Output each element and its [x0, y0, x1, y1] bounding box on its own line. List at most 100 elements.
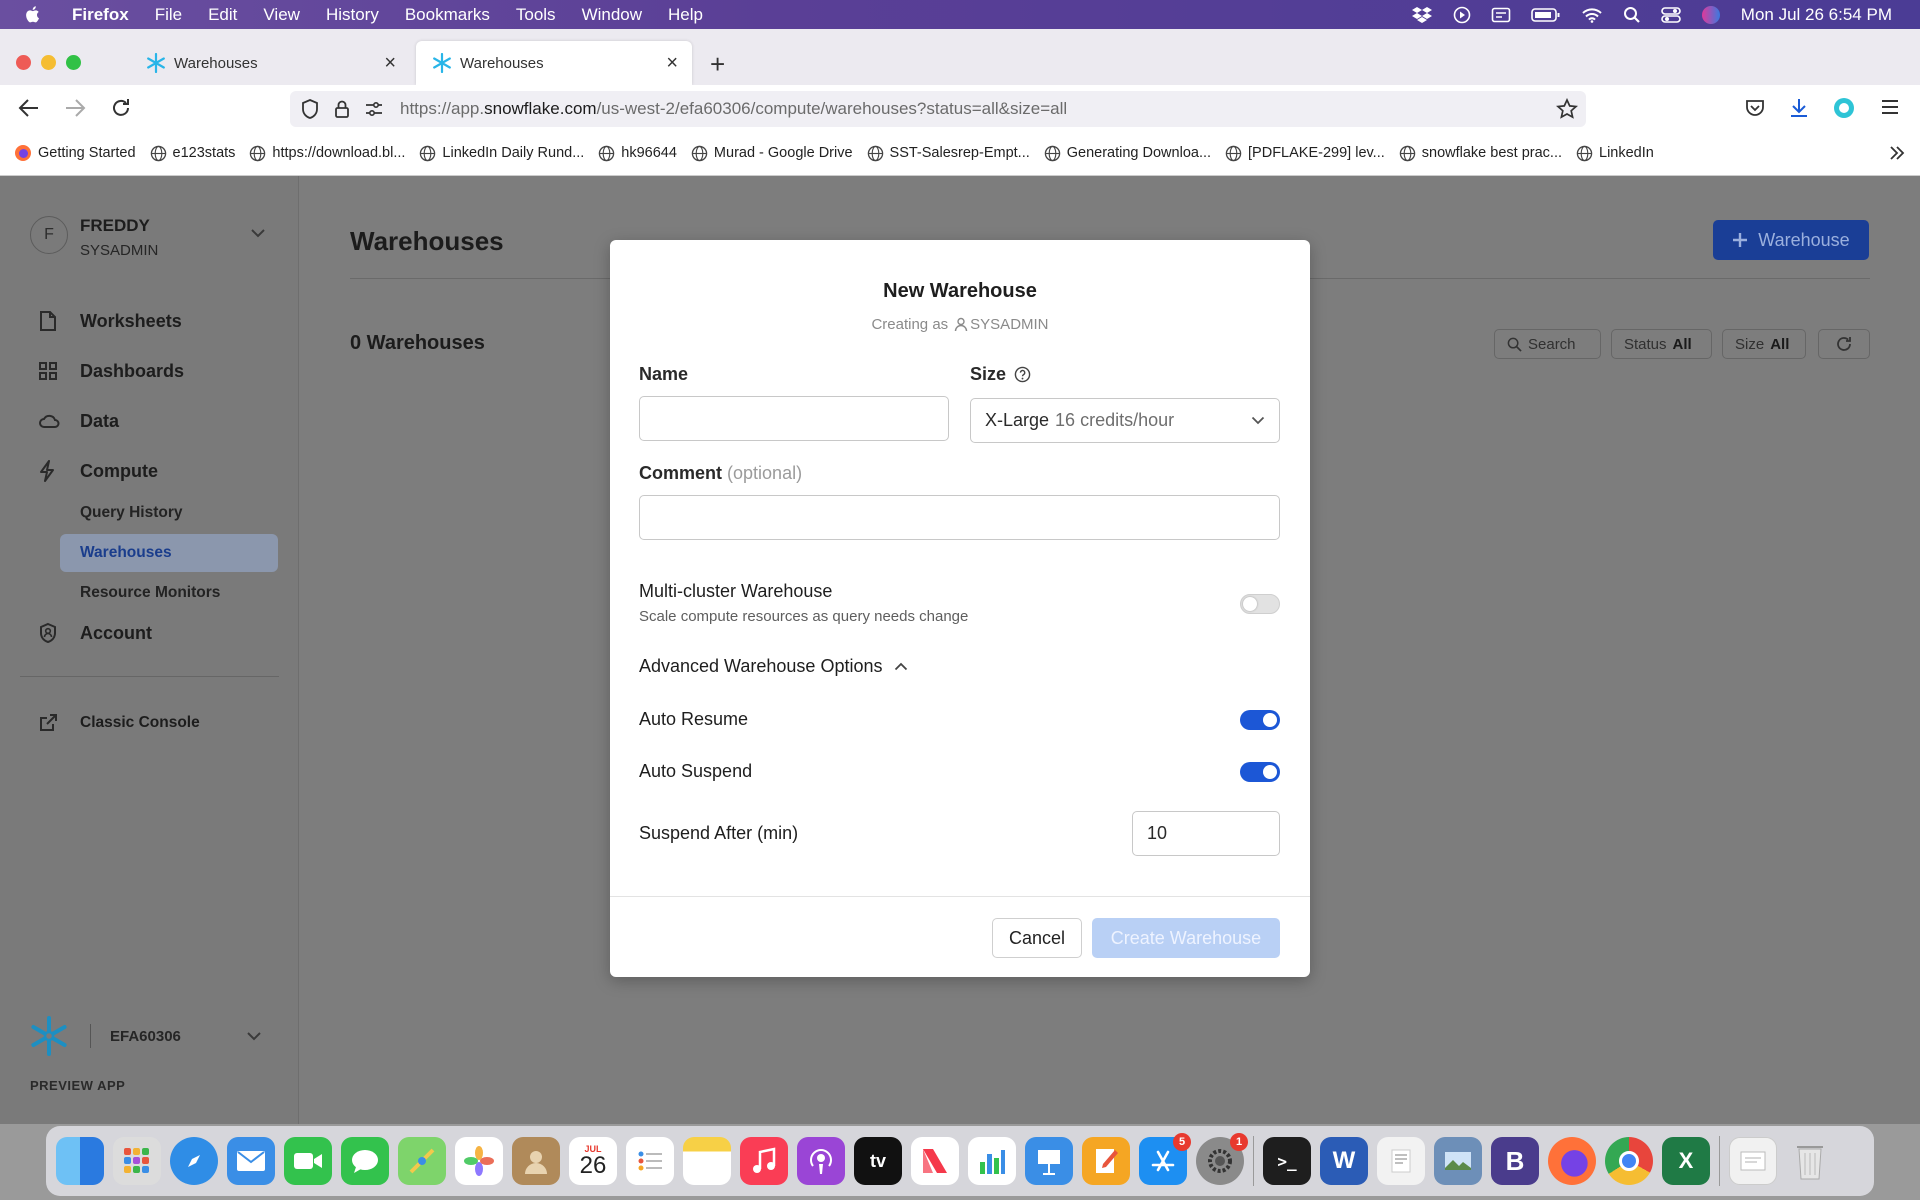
- extension-icon[interactable]: [1832, 96, 1856, 120]
- dropbox-icon[interactable]: [1411, 6, 1433, 24]
- sidebar-item-worksheets[interactable]: Worksheets: [0, 306, 299, 336]
- display-icon[interactable]: [1491, 7, 1511, 23]
- downloads-icon[interactable]: [1788, 97, 1810, 119]
- bookmark-getting-started[interactable]: Getting Started: [14, 144, 136, 162]
- app-store-icon[interactable]: 5: [1139, 1133, 1191, 1185]
- lock-icon[interactable]: [334, 99, 350, 119]
- bookmark-download[interactable]: https://download.bl...: [249, 145, 405, 162]
- window-close-button[interactable]: [16, 55, 31, 70]
- user-name[interactable]: FREDDY: [80, 216, 150, 236]
- auto-resume-toggle[interactable]: [1240, 710, 1280, 730]
- apple-icon[interactable]: [24, 5, 54, 24]
- menu-app-name[interactable]: Firefox: [72, 5, 129, 25]
- reload-icon[interactable]: [110, 97, 132, 119]
- bookmark-sst-salesrep[interactable]: SST-Salesrep-Empt...: [867, 145, 1030, 162]
- avatar[interactable]: F: [30, 216, 68, 254]
- tab-close-icon[interactable]: ×: [384, 52, 396, 75]
- sidebar-item-query-history[interactable]: Query History: [60, 494, 278, 532]
- bookmark-generating-downloa[interactable]: Generating Downloa...: [1044, 145, 1211, 162]
- control-center-icon[interactable]: [1660, 6, 1681, 24]
- textedit-icon[interactable]: [1377, 1137, 1425, 1185]
- preview-app-icon[interactable]: [1434, 1137, 1482, 1185]
- sidebar-item-warehouses[interactable]: Warehouses: [60, 534, 278, 572]
- sidebar-item-classic-console[interactable]: Classic Console: [0, 708, 299, 738]
- facetime-icon[interactable]: [284, 1137, 332, 1185]
- size-select[interactable]: X-Large 16 credits/hour: [970, 398, 1280, 443]
- trash-icon[interactable]: [1786, 1137, 1834, 1185]
- mail-icon[interactable]: [227, 1137, 275, 1185]
- bbedit-icon[interactable]: B: [1491, 1137, 1539, 1185]
- chrome-icon[interactable]: [1605, 1137, 1653, 1185]
- cancel-button[interactable]: Cancel: [992, 918, 1082, 958]
- bookmark-murad-drive[interactable]: Murad - Google Drive: [691, 145, 853, 162]
- safari-icon[interactable]: [170, 1137, 218, 1185]
- help-circle-icon[interactable]: [1014, 366, 1031, 383]
- contacts-icon[interactable]: [512, 1137, 560, 1185]
- messages-icon[interactable]: [341, 1137, 389, 1185]
- menu-edit[interactable]: Edit: [208, 5, 237, 25]
- tracking-shield-icon[interactable]: [300, 98, 320, 120]
- music-icon[interactable]: [740, 1137, 788, 1185]
- permissions-icon[interactable]: [364, 100, 384, 118]
- advanced-options-toggle[interactable]: Advanced Warehouse Options: [639, 656, 908, 677]
- menu-help[interactable]: Help: [668, 5, 703, 25]
- add-warehouse-button[interactable]: Warehouse: [1713, 220, 1869, 260]
- hamburger-menu-icon[interactable]: [1880, 98, 1900, 116]
- forward-arrow-icon[interactable]: [64, 98, 86, 118]
- sidebar-item-data[interactable]: Data: [0, 406, 299, 436]
- launchpad-icon[interactable]: [113, 1137, 161, 1185]
- word-icon[interactable]: W: [1320, 1137, 1368, 1185]
- wifi-icon[interactable]: [1581, 7, 1603, 23]
- multicluster-toggle[interactable]: [1240, 594, 1280, 614]
- bookmark-star-icon[interactable]: [1556, 98, 1578, 120]
- refresh-button[interactable]: [1818, 329, 1870, 359]
- url-text[interactable]: https://app.snowflake.com/us-west-2/efa6…: [400, 99, 1067, 119]
- sidebar-item-account[interactable]: Account: [0, 618, 299, 648]
- url-bar[interactable]: https://app.snowflake.com/us-west-2/efa6…: [290, 91, 1586, 127]
- keynote-icon[interactable]: [1025, 1137, 1073, 1185]
- tab-close-icon[interactable]: ×: [666, 52, 678, 75]
- notes-icon[interactable]: [683, 1137, 731, 1185]
- chevron-down-icon[interactable]: [250, 228, 266, 238]
- bookmark-linkedin[interactable]: LinkedIn: [1576, 145, 1654, 162]
- sidebar-item-resource-monitors[interactable]: Resource Monitors: [60, 574, 278, 612]
- user-role[interactable]: SYSADMIN: [80, 242, 158, 259]
- pages-icon[interactable]: [1082, 1137, 1130, 1185]
- numbers-icon[interactable]: [968, 1137, 1016, 1185]
- menu-view[interactable]: View: [263, 5, 300, 25]
- finder-icon[interactable]: [56, 1137, 104, 1185]
- calendar-icon[interactable]: JUL 26: [569, 1137, 617, 1185]
- sidebar-item-dashboards[interactable]: Dashboards: [0, 356, 299, 386]
- name-input[interactable]: [639, 396, 949, 441]
- podcasts-icon[interactable]: [797, 1137, 845, 1185]
- bookmark-snowflake-best-prac[interactable]: snowflake best prac...: [1399, 145, 1562, 162]
- back-arrow-icon[interactable]: [18, 98, 40, 118]
- search-filter[interactable]: Search: [1494, 329, 1601, 359]
- news-icon[interactable]: [911, 1137, 959, 1185]
- maps-icon[interactable]: [398, 1137, 446, 1185]
- menu-window[interactable]: Window: [582, 5, 642, 25]
- size-filter[interactable]: Size All: [1722, 329, 1806, 359]
- terminal-icon[interactable]: >_: [1263, 1137, 1311, 1185]
- new-tab-plus-icon[interactable]: +: [710, 49, 725, 80]
- clock[interactable]: Mon Jul 26 6:54 PM: [1741, 5, 1892, 25]
- chevron-double-right-icon[interactable]: [1888, 145, 1906, 161]
- bookmark-e123stats[interactable]: e123stats: [150, 145, 235, 162]
- firefox-dock-icon[interactable]: [1548, 1137, 1596, 1185]
- menu-bookmarks[interactable]: Bookmarks: [405, 5, 490, 25]
- suspend-after-input[interactable]: [1132, 811, 1280, 856]
- bookmark-linkedin-daily[interactable]: LinkedIn Daily Rund...: [419, 145, 584, 162]
- apple-tv-icon[interactable]: tv: [854, 1137, 902, 1185]
- reminders-icon[interactable]: [626, 1137, 674, 1185]
- browser-tab-1[interactable]: Warehouses ×: [130, 41, 410, 85]
- excel-icon[interactable]: X: [1662, 1137, 1710, 1185]
- menu-file[interactable]: File: [155, 5, 182, 25]
- menu-tools[interactable]: Tools: [516, 5, 556, 25]
- auto-suspend-toggle[interactable]: [1240, 762, 1280, 782]
- create-warehouse-button[interactable]: Create Warehouse: [1092, 918, 1280, 958]
- photos-icon[interactable]: [455, 1137, 503, 1185]
- comment-input[interactable]: [639, 495, 1280, 540]
- spotlight-search-icon[interactable]: [1623, 6, 1641, 24]
- siri-icon[interactable]: [1701, 5, 1721, 25]
- status-filter[interactable]: Status All: [1611, 329, 1712, 359]
